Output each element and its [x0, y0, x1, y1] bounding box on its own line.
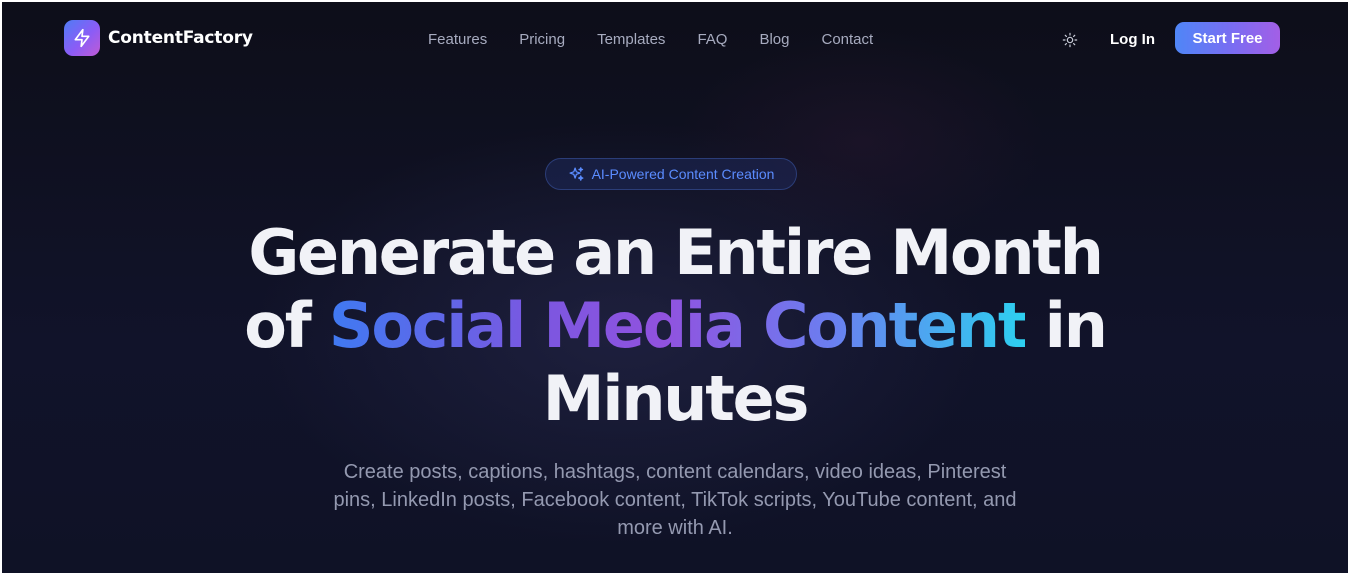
ai-badge: AI-Powered Content Creation [545, 158, 797, 190]
login-link[interactable]: Log In [1110, 30, 1155, 50]
brand-name: ContentFactory [108, 28, 253, 48]
sun-icon [1062, 32, 1078, 48]
headline-line3: Minutes [542, 362, 810, 435]
nav-link-contact[interactable]: Contact [821, 30, 873, 50]
nav-link-faq[interactable]: FAQ [697, 30, 727, 50]
theme-toggle-button[interactable] [1060, 30, 1080, 50]
page: ContentFactory Features Pricing Template… [2, 2, 1348, 573]
nav-link-templates[interactable]: Templates [597, 30, 665, 50]
headline-post: in [1025, 289, 1108, 362]
headline-line1: Generate an Entire Month [248, 216, 1104, 289]
headline-highlight: Social Media Content [328, 289, 1028, 362]
start-free-button[interactable]: Start Free [1175, 22, 1280, 54]
hero-headline: Generate an Entire Month of Social Media… [2, 216, 1348, 435]
top-navigation: ContentFactory Features Pricing Template… [2, 2, 1348, 76]
lightning-bolt-icon [64, 20, 100, 56]
hero-subtitle: Create posts, captions, hashtags, conten… [333, 461, 1017, 539]
badge-text: AI-Powered Content Creation [591, 166, 775, 182]
brand-logo[interactable]: ContentFactory [64, 20, 253, 56]
nav-link-features[interactable]: Features [428, 30, 487, 50]
headline-pre: of [244, 289, 329, 362]
nav-link-pricing[interactable]: Pricing [519, 30, 565, 50]
sparkles-icon [568, 165, 586, 183]
nav-link-blog[interactable]: Blog [759, 30, 789, 50]
nav-links: Features Pricing Templates FAQ Blog Cont… [428, 30, 905, 50]
